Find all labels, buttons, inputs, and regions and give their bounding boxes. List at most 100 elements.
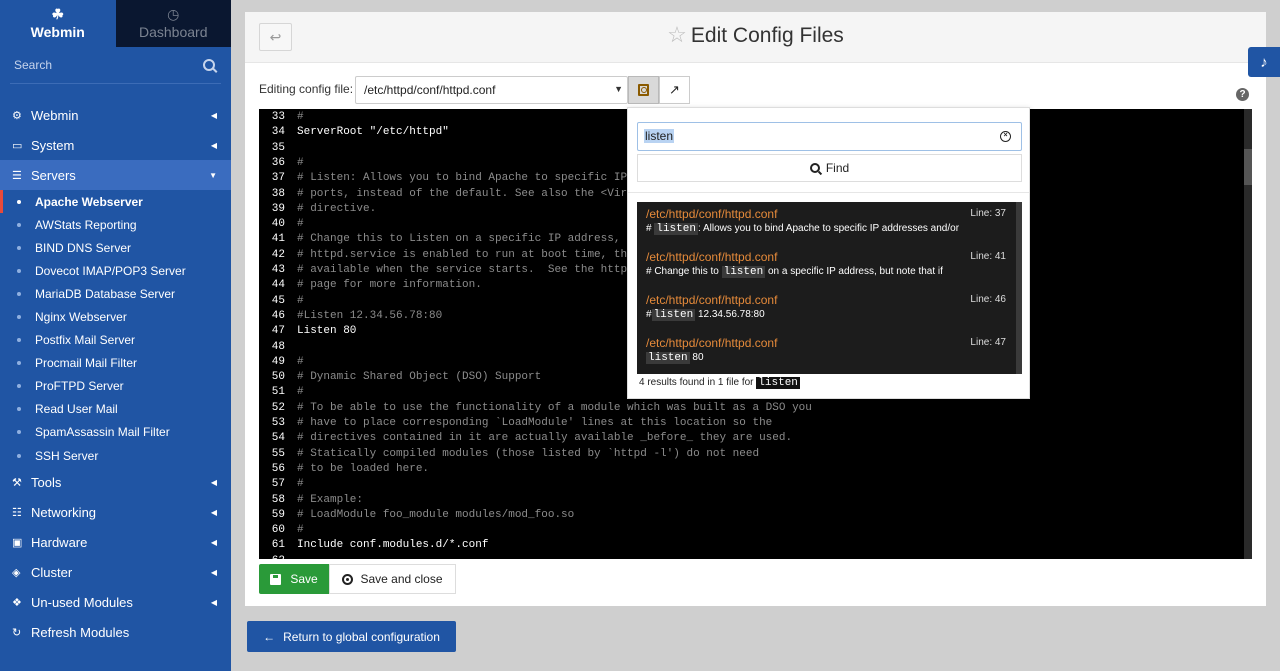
result-snippet: # listen: Allows you to bind Apache to s… [646,223,959,235]
editor-line[interactable]: 56 # to be loaded here. [259,462,1244,477]
sidebar-category-webmin[interactable]: ⚙ Webmin ◀ [0,100,231,130]
line-text: Listen 80 [297,325,357,338]
editor-line[interactable]: 61 Include conf.modules.d/*.conf [259,538,1244,553]
external-link-icon: ↗ [669,82,680,97]
editor-line[interactable]: 52 # To be able to use the functionality … [259,401,1244,416]
line-number: 55 [271,447,285,460]
sidebar-item-ssh-server[interactable]: SSH Server [0,444,231,467]
help-icon[interactable]: ? [1236,88,1249,101]
item-label: ProFTPD Server [35,379,124,394]
snippet-post: 12.34.56.78:80 [695,309,765,320]
item-label: Read User Mail [35,402,118,417]
editor-line[interactable]: 57 # [259,477,1244,492]
line-number: 52 [271,401,285,414]
sidebar-item-procmail[interactable]: Procmail Mail Filter [0,352,231,375]
circle-dot-icon [342,573,354,585]
editor-line[interactable]: 54 # directives contained in it are actua… [259,431,1244,446]
sidebar-category-unused-modules[interactable]: ❖ Un-used Modules ◀ [0,587,231,617]
search-result[interactable]: /etc/httpd/conf/httpd.conf Line: 41 # Ch… [637,245,1016,288]
category-label: Un-used Modules [31,594,133,610]
open-external-button[interactable]: ↗ [659,76,690,104]
sidebar-item-postfix[interactable]: Postfix Mail Server [0,329,231,352]
save-button[interactable]: Save [259,564,329,594]
search-summary: 4 results found in 1 file for listen [639,377,800,389]
results-scrollbar[interactable] [1016,202,1022,374]
scrollbar-thumb[interactable] [1244,149,1252,185]
snippet-post: 80 [689,352,704,363]
sidebar-item-bind-dns-server[interactable]: BIND DNS Server [0,236,231,259]
sidebar-refresh-modules[interactable]: ↻ Refresh Modules [0,617,231,647]
tab-dashboard[interactable]: ◷ Dashboard [115,0,231,47]
item-label: SSH Server [35,448,99,463]
line-number: 53 [271,417,285,429]
search-query-input[interactable]: listen × [637,122,1022,151]
category-label: Webmin [31,107,79,123]
editor-line[interactable]: 62 [259,554,1244,559]
sidebar-item-proftpd[interactable]: ProFTPD Server [0,375,231,398]
sidebar-category-cluster[interactable]: ◈ Cluster ◀ [0,557,231,587]
editor-line[interactable]: 60 # [259,523,1244,538]
sidebar-item-apache-webserver[interactable]: Apache Webserver [0,190,231,214]
line-number: 41 [271,233,285,246]
chevron-down-icon: ▼ [209,170,217,180]
sidebar-search[interactable]: Search [10,47,221,84]
sidebar-item-awstats-reporting[interactable]: AWStats Reporting [0,213,231,236]
page-header: ↩ ☆ Edit Config Files [245,12,1266,63]
search-result[interactable]: /etc/httpd/conf/httpd.conf Line: 37 # li… [637,202,1016,245]
line-number: 57 [271,478,285,491]
tab-webmin[interactable]: ☘ Webmin [0,0,116,47]
snippet-keyword: listen [651,309,696,321]
search-icon[interactable] [203,59,215,71]
search-result[interactable]: /etc/httpd/conf/httpd.conf Line: 46 # lis… [637,288,1016,331]
snippet-post: on a specific IP address, but note that … [765,266,943,277]
sidebar-item-nginx[interactable]: Nginx Webserver [0,305,231,328]
notifications-button[interactable]: ♪ [1248,47,1280,77]
bullet-icon [17,199,21,204]
layers-icon: ◈ [12,566,21,579]
sidebar-category-servers[interactable]: ☰ Servers ▼ [0,160,231,190]
category-label: Servers [31,167,76,183]
search-result[interactable]: /etc/httpd/conf/httpd.conf Line: 47 list… [637,331,1016,374]
line-number: 61 [271,539,285,552]
line-number: 49 [271,355,285,368]
find-button[interactable]: Find [637,154,1022,182]
star-icon[interactable]: ☆ [667,22,687,47]
result-line: Line: 46 [970,294,1006,305]
sidebar-item-mariadb[interactable]: MariaDB Database Server [0,282,231,305]
editor-scrollbar[interactable] [1244,109,1252,559]
line-number: 39 [271,202,285,215]
line-number: 48 [271,340,285,353]
sidebar-category-networking[interactable]: ☷ Networking ◀ [0,497,231,527]
line-number: 46 [271,309,285,322]
line-text: # [297,294,304,307]
network-icon: ☷ [12,506,22,519]
search-file-button[interactable] [628,76,659,104]
clear-icon[interactable]: × [1000,131,1011,142]
sidebar-item-read-user-mail[interactable]: Read User Mail [0,398,231,421]
editor-line[interactable]: 53 # have to place corresponding `LoadMod… [259,416,1244,431]
popup-divider [628,192,1029,193]
line-text: # [297,524,304,537]
save-and-close-button[interactable]: Save and close [329,564,456,594]
editor-line[interactable]: 59 # LoadModule foo_module modules/mod_fo… [259,508,1244,523]
item-label: SpamAssassin Mail Filter [35,425,170,440]
chevron-left-icon: ◀ [210,507,217,517]
return-global-config-button[interactable]: ← Return to global configuration [247,621,456,652]
bullet-icon [17,407,21,412]
sidebar-item-dovecot[interactable]: Dovecot IMAP/POP3 Server [0,259,231,282]
laptop-icon: ▭ [12,139,23,152]
result-path: /etc/httpd/conf/httpd.conf [646,250,778,264]
sidebar-item-spamassassin[interactable]: SpamAssassin Mail Filter [0,421,231,444]
line-number: 43 [271,264,285,276]
line-text: # [297,111,304,123]
dropdown-caret-icon: ▼ [614,84,623,94]
editor-line[interactable]: 55 # Statically compiled modules (those l… [259,447,1244,462]
line-text: # have to place corresponding `LoadModul… [297,417,773,429]
sidebar-category-system[interactable]: ▭ System ◀ [0,130,231,160]
line-text: # available when the service starts. See… [297,264,641,276]
sidebar-category-tools[interactable]: ⚒ Tools ◀ [0,467,231,497]
config-file-select[interactable]: /etc/httpd/conf/httpd.conf ▼ [355,76,628,104]
result-line: Line: 37 [970,208,1006,219]
sidebar-category-hardware[interactable]: ▣ Hardware ◀ [0,527,231,557]
editor-line[interactable]: 58 # Example: [259,493,1244,508]
